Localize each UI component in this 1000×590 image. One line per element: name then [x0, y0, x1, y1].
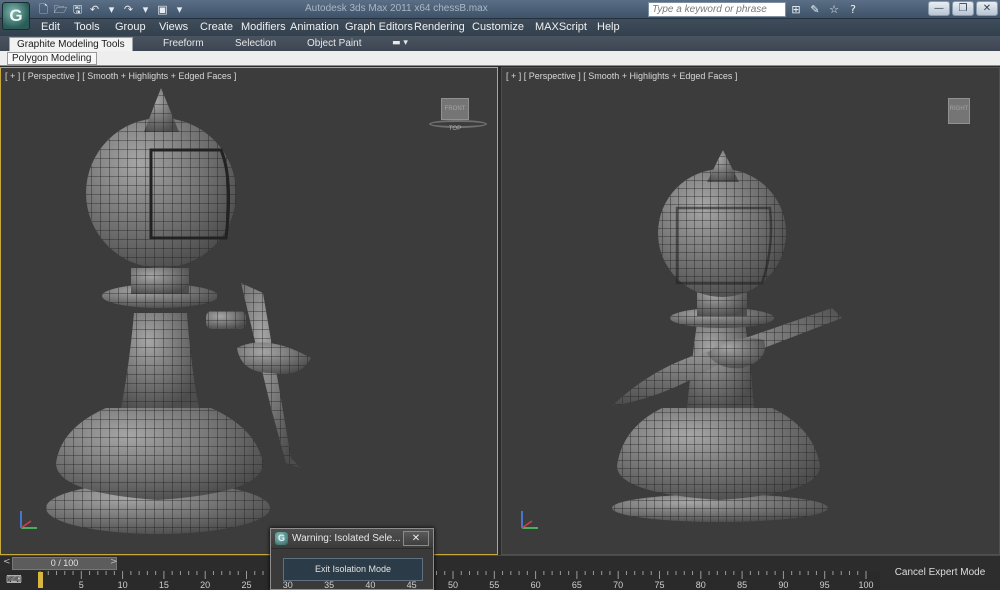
ruler-tick-label: 70 [613, 580, 624, 590]
ruler-tick-label: 30 [282, 580, 293, 590]
search-input[interactable]: Type a keyword or phrase [648, 2, 786, 17]
viewport-label[interactable]: [ + ] [ Perspective ] [ Smooth + Highlig… [5, 71, 236, 81]
menu-group[interactable]: Group [115, 21, 146, 33]
ruler-tick-label: 40 [365, 580, 376, 590]
ribbon-options-icon[interactable]: ▬ ▾ [392, 38, 408, 48]
new-file-icon[interactable]: 🗋 [36, 2, 51, 17]
viewcube[interactable]: RIGHT [948, 98, 970, 124]
chess-bishop-model-front[interactable] [1, 68, 498, 555]
ruler-tick-label: 65 [571, 580, 582, 590]
exit-isolation-mode-button[interactable]: Exit Isolation Mode [283, 558, 423, 581]
cancel-expert-mode-button[interactable]: Cancel Expert Mode [880, 556, 1000, 590]
window-title: Autodesk 3ds Max 2011 x64 chessB.max [305, 3, 488, 14]
quick-access-toolbar: 🗋 🗁 🖫 ↶ ▾ ↷ ▾ ▣ ▾ [36, 2, 187, 17]
ruler-tick-label: 15 [158, 580, 169, 590]
ruler-tick-label: 100 [858, 580, 874, 590]
time-slider-bar: < 0 / 100 > [0, 555, 1000, 571]
track-bar[interactable]: ⌨ [0, 571, 1000, 590]
time-slider-prev-button[interactable]: < [3, 557, 11, 567]
ruler-tick-label: 25 [241, 580, 252, 590]
ruler-tick-label: 20 [200, 580, 211, 590]
menu-views[interactable]: Views [159, 21, 188, 33]
dialog-title-bar[interactable]: G Warning: Isolated Sele... ✕ [271, 529, 433, 549]
ruler-tick-label: 90 [778, 580, 789, 590]
dialog-title: Warning: Isolated Sele... [292, 533, 401, 544]
polygon-modeling-panel[interactable]: Polygon Modeling [7, 52, 97, 65]
window-controls: — ❐ ✕ [928, 1, 998, 16]
tab-freeform[interactable]: Freeform [163, 37, 204, 51]
menu-help[interactable]: Help [597, 21, 620, 33]
axis-tripod-icon [521, 511, 538, 529]
restore-button[interactable]: ❐ [952, 1, 974, 16]
time-slider-next-button[interactable]: > [110, 557, 118, 567]
ruler-tick-label: 60 [530, 580, 541, 590]
ribbon-panel: Polygon Modeling [0, 51, 1000, 66]
ruler-tick-label: 50 [447, 580, 459, 590]
ruler-tick-label: 5 [78, 580, 84, 590]
chess-bishop-model-side[interactable] [502, 68, 1000, 555]
viewport-label[interactable]: [ + ] [ Perspective ] [ Smooth + Highlig… [506, 71, 737, 81]
tab-selection[interactable]: Selection [235, 37, 276, 51]
menu-graph-editors[interactable]: Graph Editors [345, 21, 413, 33]
time-slider[interactable]: 0 / 100 [12, 557, 117, 570]
qat-customize-icon[interactable]: ▾ [172, 2, 187, 17]
ribbon-tab-bar: Graphite Modeling Tools Freeform Selecti… [0, 36, 1000, 51]
ruler-tick-label: 75 [654, 580, 665, 590]
mini-curve-editor-icon[interactable]: ⌨ [6, 573, 22, 587]
tab-graphite-modeling-tools[interactable]: Graphite Modeling Tools [9, 37, 133, 51]
project-folder-icon[interactable]: ▣ [155, 2, 170, 17]
viewcube[interactable]: FRONT TOP [441, 98, 469, 132]
menu-animation[interactable]: Animation [290, 21, 339, 33]
current-frame-marker[interactable] [38, 572, 43, 588]
ruler-tick-label: 35 [324, 580, 335, 590]
app-logo-icon: G [275, 532, 288, 545]
close-button[interactable]: ✕ [976, 1, 998, 16]
menu-modifiers[interactable]: Modifiers [241, 21, 286, 33]
application-menu-button[interactable]: G [2, 2, 30, 30]
ruler-tick-label: 10 [117, 580, 128, 590]
menu-edit[interactable]: Edit [41, 21, 60, 33]
dialog-close-button[interactable]: ✕ [403, 531, 429, 546]
menu-create[interactable]: Create [200, 21, 233, 33]
title-bar: 🗋 🗁 🖫 ↶ ▾ ↷ ▾ ▣ ▾ Autodesk 3ds Max 2011 … [0, 0, 1000, 19]
tab-object-paint[interactable]: Object Paint [307, 37, 361, 51]
viewport-perspective-left[interactable]: [ + ] [ Perspective ] [ Smooth + Highlig… [0, 67, 498, 555]
menu-rendering[interactable]: Rendering [414, 21, 465, 33]
menu-customize[interactable]: Customize [472, 21, 524, 33]
open-folder-icon[interactable]: 🗁 [53, 2, 68, 17]
subscription-icon[interactable]: ✎ [807, 2, 823, 17]
axis-tripod-icon [20, 511, 37, 529]
ruler-tick-label: 85 [737, 580, 748, 590]
binoculars-icon[interactable]: ⊞ [788, 2, 804, 17]
favorites-star-icon[interactable]: ☆ [826, 2, 842, 17]
menu-bar: Edit Tools Group Views Create Modifiers … [0, 19, 1000, 36]
undo-dropdown-icon[interactable]: ▾ [104, 2, 119, 17]
infocenter-tools: ⊞ ✎ ☆ ? [788, 2, 861, 17]
ruler-tick-label: 95 [819, 580, 830, 590]
menu-tools[interactable]: Tools [74, 21, 100, 33]
ruler-tick-label: 80 [695, 580, 706, 590]
save-icon[interactable]: 🖫 [70, 2, 85, 17]
ruler-tick-label: 45 [406, 580, 417, 590]
menu-maxscript[interactable]: MAXScript [535, 21, 587, 33]
redo-icon[interactable]: ↷ [121, 2, 136, 17]
undo-icon[interactable]: ↶ [87, 2, 102, 17]
ruler-tick-label: 55 [489, 580, 500, 590]
redo-dropdown-icon[interactable]: ▾ [138, 2, 153, 17]
viewport-perspective-right[interactable]: [ + ] [ Perspective ] [ Smooth + Highlig… [501, 67, 1000, 555]
minimize-button[interactable]: — [928, 1, 950, 16]
help-icon[interactable]: ? [845, 2, 861, 17]
